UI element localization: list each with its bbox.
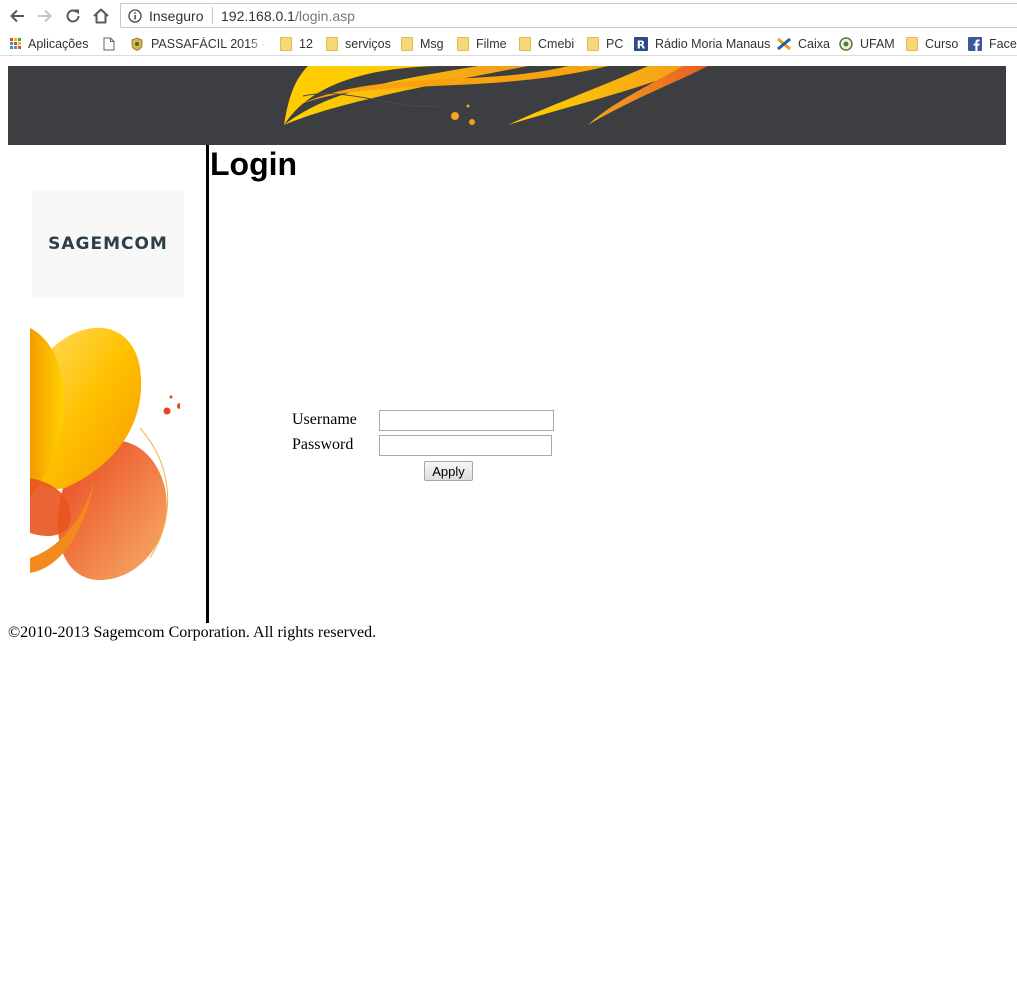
page-title: Login — [210, 146, 298, 182]
bookmark-label: Rádio Moria Manaus — [655, 36, 771, 51]
address-separator — [212, 7, 213, 24]
bookmark-msg[interactable]: Msg — [401, 31, 444, 56]
bookmark-label: Face — [989, 36, 1017, 51]
folder-icon — [401, 36, 413, 51]
flower-graphic — [30, 327, 180, 580]
bookmark-page[interactable] — [102, 31, 123, 56]
sagemcom-logo: SAGEMCOM — [32, 190, 184, 298]
folder-icon — [519, 36, 531, 51]
bookmarks-bar: Aplicações PASSAFÁCIL 2015 - R 12 serviç… — [0, 31, 1017, 56]
ufam-icon — [839, 36, 853, 51]
bookmark-label: UFAM — [860, 36, 895, 51]
home-button[interactable] — [90, 5, 112, 27]
bookmark-label: Msg — [420, 36, 444, 51]
folder-icon — [906, 36, 918, 51]
banner-swoosh-graphic — [284, 66, 708, 125]
bookmark-cmebi[interactable]: Cmebi — [519, 31, 574, 56]
emblem-icon — [131, 37, 143, 51]
reload-icon — [66, 9, 80, 23]
bookmark-aplicacoes[interactable]: Aplicações — [10, 31, 88, 56]
info-icon[interactable] — [128, 9, 142, 23]
arrow-right-icon — [38, 9, 52, 23]
apps-icon — [10, 38, 21, 49]
vertical-divider — [206, 145, 209, 623]
copyright-footer: ©2010-2013 Sagemcom Corporation. All rig… — [8, 624, 377, 641]
bookmark-label: serviços — [345, 36, 391, 51]
bookmark-pc[interactable]: PC — [587, 31, 623, 56]
bookmark-12[interactable]: 12 — [280, 31, 313, 56]
radio-r-icon: R — [634, 36, 648, 51]
home-icon — [93, 8, 109, 24]
reload-button[interactable] — [62, 5, 84, 27]
password-input[interactable] — [379, 435, 552, 456]
bookmark-label: 12 — [299, 36, 313, 51]
username-input[interactable] — [379, 410, 554, 431]
bookmark-caixa[interactable]: Caixa — [777, 31, 830, 56]
folder-icon — [280, 36, 292, 51]
bookmark-face[interactable]: Face — [968, 31, 1017, 56]
password-label: Password — [292, 436, 354, 453]
bookmark-label: PC — [606, 36, 624, 51]
url-text[interactable]: 192.168.0.1/login.asp — [221, 8, 355, 24]
folder-icon — [326, 36, 338, 51]
folder-icon — [587, 36, 599, 51]
back-button[interactable] — [6, 5, 28, 27]
bookmark-curso[interactable]: Curso — [906, 31, 958, 56]
bookmark-label: Caixa — [798, 36, 830, 51]
facebook-icon — [968, 36, 982, 51]
bookmark-label: Cmebi — [538, 36, 575, 51]
bookmark-label: Aplicações — [28, 36, 89, 51]
username-label: Username — [292, 411, 357, 428]
arrow-left-icon — [10, 9, 24, 23]
bookmark-label: PASSAFÁCIL 2015 - R — [151, 36, 266, 51]
page-icon — [103, 37, 115, 50]
folder-icon — [457, 36, 469, 51]
caixa-x-icon — [777, 37, 791, 50]
svg-text:R: R — [637, 38, 646, 51]
browser-toolbar: Inseguro 192.168.0.1/login.asp — [0, 0, 1017, 31]
bookmark-servicos[interactable]: serviços — [326, 31, 391, 56]
address-bar[interactable]: Inseguro 192.168.0.1/login.asp — [120, 3, 1017, 28]
bookmark-label: Curso — [925, 36, 959, 51]
forward-button[interactable] — [34, 5, 56, 27]
bookmark-ufam[interactable]: UFAM — [839, 31, 895, 56]
apply-button[interactable]: Apply — [424, 461, 473, 481]
bookmark-passafacil[interactable]: PASSAFÁCIL 2015 - R — [130, 31, 266, 56]
brand-wordmark: SAGEMCOM — [48, 234, 168, 254]
bookmark-radio-moria[interactable]: R Rádio Moria Manaus — [634, 31, 770, 56]
url-path: /login.asp — [294, 8, 355, 24]
security-label[interactable]: Inseguro — [149, 8, 203, 24]
bookmark-label: Filme — [476, 36, 507, 51]
header-banner — [8, 66, 1006, 145]
bookmark-filme[interactable]: Filme — [457, 31, 507, 56]
url-host: 192.168.0.1 — [221, 8, 295, 24]
left-sidebar: SAGEMCOM — [8, 145, 206, 623]
